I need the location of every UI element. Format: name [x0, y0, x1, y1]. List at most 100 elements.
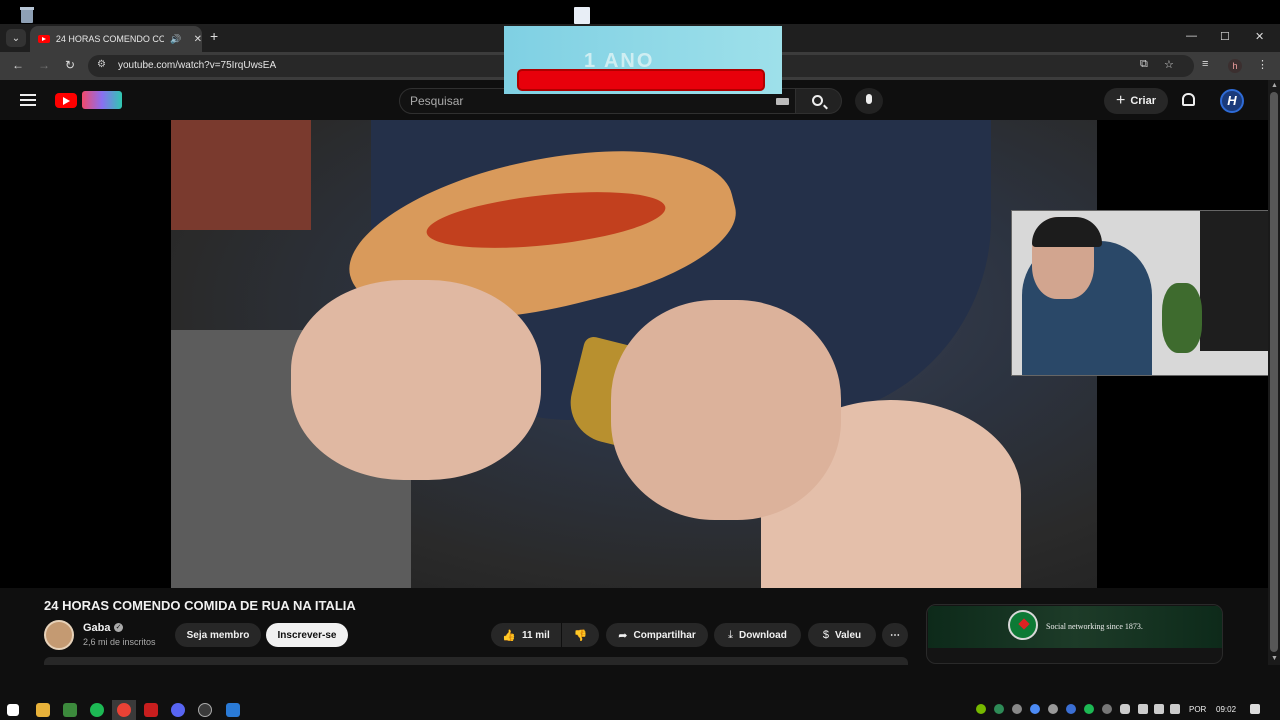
verified-check-icon: ✓ [114, 623, 123, 632]
youtube-logo-icon[interactable] [55, 93, 77, 108]
like-count: 11 mil [521, 629, 550, 641]
reload-icon[interactable]: ↻ [65, 58, 75, 72]
dislike-button[interactable]: 👎 [562, 623, 599, 647]
channel-name[interactable]: Gaba [83, 622, 111, 634]
recycle-bin-icon[interactable] [18, 4, 36, 24]
network-icon[interactable] [1154, 704, 1164, 714]
tray-usb-icon[interactable] [1138, 704, 1148, 714]
account-avatar[interactable]: H [1220, 89, 1244, 113]
tab-close-icon[interactable]: ✕ [194, 34, 202, 45]
speaker-icon[interactable]: 🔊 [170, 34, 181, 45]
share-button[interactable]: ➦ Compartilhar [606, 623, 708, 647]
nvidia-tray-icon[interactable] [976, 704, 986, 714]
discord-icon[interactable] [171, 703, 185, 717]
install-app-icon[interactable]: ⧉ [1140, 58, 1148, 71]
webcam-overlay [1011, 210, 1280, 376]
video-player[interactable] [0, 120, 1280, 588]
hamburger-menu-icon[interactable] [20, 94, 36, 106]
channel-avatar[interactable] [44, 620, 74, 650]
tray-shield-icon[interactable] [1102, 704, 1112, 714]
tray-gear-icon[interactable] [1048, 704, 1058, 714]
webcam-plant [1162, 283, 1202, 353]
create-label: Criar [1130, 95, 1157, 107]
subscribe-button[interactable]: Inscrever-se [266, 623, 348, 647]
thanks-button[interactable]: $ Valeu [808, 623, 876, 647]
description-box[interactable] [44, 657, 908, 665]
join-label: Seja membro [186, 629, 250, 641]
scrollbar-thumb[interactable] [1270, 92, 1278, 652]
notification-center-icon[interactable] [1250, 704, 1260, 714]
desktop-background-strip [0, 0, 1280, 26]
youtube-doodle-logo[interactable] [82, 91, 122, 109]
search-input[interactable] [410, 93, 760, 109]
taskbar-app-green-icon[interactable] [63, 703, 77, 717]
download-icon: ⤓ [728, 628, 734, 641]
scroll-down-arrow-icon[interactable]: ▼ [1271, 655, 1278, 662]
taskbar-app-red-icon[interactable] [144, 703, 158, 717]
windows-start-icon[interactable] [7, 704, 19, 716]
youtube-favicon-icon [38, 35, 50, 43]
maximize-button[interactable]: ☐ [1220, 30, 1230, 43]
new-tab-button[interactable]: + [210, 28, 218, 44]
more-actions-button[interactable]: ⋯ [882, 623, 908, 647]
search-icon [812, 95, 823, 106]
volume-icon[interactable] [1170, 704, 1180, 714]
search-button[interactable] [796, 88, 842, 114]
spotify-icon[interactable] [90, 703, 104, 717]
tray-spotify-icon[interactable] [1084, 704, 1094, 714]
forward-arrow-icon[interactable]: → [38, 58, 50, 72]
file-explorer-icon[interactable] [36, 703, 50, 717]
media-controls-icon[interactable]: ≡ [1202, 58, 1208, 70]
overlay-red-bar [517, 69, 765, 91]
thumbs-down-icon: 👎 [573, 629, 588, 642]
window-close-button[interactable]: ✕ [1255, 30, 1264, 43]
like-button[interactable]: 👍 11 mil [491, 623, 561, 647]
clock[interactable]: 09:02 [1216, 705, 1236, 714]
tray-steam-icon[interactable] [1066, 704, 1076, 714]
tray-arrow-icon[interactable] [1012, 704, 1022, 714]
browser-menu-icon[interactable]: ⋮ [1257, 58, 1268, 71]
subscriber-count: 2,6 mi de inscritos [83, 637, 156, 647]
video-scene-left-hand [291, 280, 541, 480]
thumbs-up-icon: 👍 [502, 629, 516, 642]
subscribe-label: Inscrever-se [277, 629, 337, 641]
obs-icon[interactable] [198, 703, 212, 717]
profile-avatar[interactable]: h [1228, 59, 1242, 73]
stream-overlay-banner: 1 ANO [504, 26, 782, 94]
video-frame[interactable] [171, 120, 1097, 588]
taskbar-app-blue-icon[interactable] [226, 703, 240, 717]
heineken-logo-icon [1008, 610, 1038, 640]
page-scrollbar[interactable]: ▲ ▼ [1268, 80, 1280, 665]
ad-banner[interactable]: Social networking since 1873. [928, 606, 1222, 648]
thanks-label: Valeu [834, 629, 862, 641]
sidebar-ad-card[interactable]: Social networking since 1873. [926, 604, 1223, 664]
join-membership-button[interactable]: Seja membro [175, 623, 261, 647]
windows-taskbar: POR 09:02 [0, 700, 1280, 720]
tab-search-button[interactable]: ⌄ [6, 29, 26, 47]
url-text[interactable]: youtube.com/watch?v=75IrqUwsEA [118, 60, 276, 71]
browser-tab-active[interactable]: 24 HORAS COMENDO COMIDA 🔊 ✕ [30, 26, 202, 52]
scroll-up-arrow-icon[interactable]: ▲ [1271, 82, 1278, 89]
keyboard-icon[interactable] [776, 98, 789, 105]
minimize-button[interactable]: — [1186, 30, 1197, 42]
tray-blue-icon[interactable] [1030, 704, 1040, 714]
plus-icon: + [1115, 92, 1126, 109]
webcam-cap [1032, 217, 1102, 247]
tray-green-icon[interactable] [994, 704, 1004, 714]
download-button[interactable]: ⤓ Download [714, 623, 801, 647]
language-indicator[interactable]: POR [1189, 705, 1206, 714]
ad-text: Social networking since 1873. [1046, 622, 1143, 631]
desktop-file-icon[interactable] [574, 7, 590, 24]
chrome-icon[interactable] [117, 703, 131, 717]
download-label: Download [739, 629, 787, 641]
site-info-icon[interactable]: ⚙ [97, 59, 106, 70]
bookmark-star-icon[interactable]: ☆ [1164, 58, 1174, 71]
notifications-bell-icon[interactable] [1182, 93, 1195, 106]
tray-mic-icon[interactable] [1120, 704, 1130, 714]
back-arrow-icon[interactable]: ← [12, 58, 24, 72]
create-button[interactable]: + Criar [1104, 88, 1168, 114]
voice-search-mic-icon[interactable] [855, 88, 883, 114]
thanks-dollar-icon: $ [822, 629, 829, 641]
share-icon: ➦ [618, 629, 628, 642]
video-scene-wall [171, 120, 311, 230]
